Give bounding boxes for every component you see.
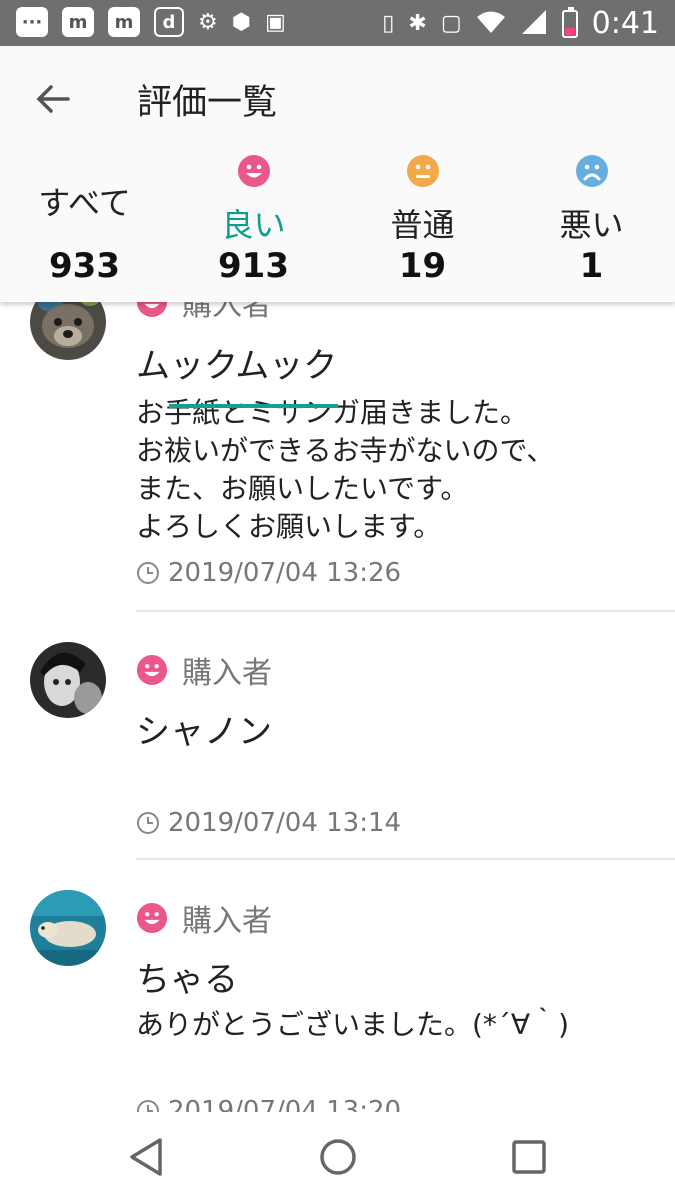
d-app-icon: d: [154, 7, 184, 37]
m-app-icon: m: [108, 7, 140, 37]
tab-label: すべて: [38, 184, 131, 222]
clock-icon: [137, 562, 159, 584]
avatar[interactable]: [30, 642, 106, 718]
review-list[interactable]: 購入者 ムックムック お手紙とミサンガ届きました。 お祓いができるお寺がないので…: [0, 302, 675, 1112]
reviewer-role-row: 購入者: [136, 896, 272, 940]
tab-count: 913: [218, 246, 289, 286]
back-triangle-icon: [130, 1138, 162, 1176]
sad-face-icon: [575, 155, 608, 187]
battery-level: [564, 27, 575, 35]
tab-bad[interactable]: 悪い 1: [507, 154, 675, 302]
smile-face-icon: [237, 155, 270, 187]
tab-label: 悪い: [559, 206, 624, 244]
tab-count: 1: [579, 246, 604, 286]
notification-icons: ··· m m d ⚙ ⬢ ▣: [16, 7, 286, 37]
smile-face-icon: [136, 302, 168, 318]
active-tab-indicator: [169, 404, 338, 408]
review-date-row: 2019/07/04 13:14: [136, 808, 401, 838]
page-title: 評価一覧: [137, 83, 278, 123]
tab-normal[interactable]: 普通 19: [338, 154, 507, 302]
signal-icon: [520, 8, 548, 40]
rating-tabs: すべて 933 良い 913 普通 19 悪い 1: [0, 154, 675, 408]
divider: [136, 858, 675, 860]
reviewer-role-row: 購入者: [136, 648, 272, 692]
app-header: 評価一覧 すべて 933 良い 913 普通 19 悪い 1: [0, 46, 675, 408]
nav-recents-button[interactable]: [504, 1132, 554, 1182]
nfc-icon: ▢: [440, 11, 462, 36]
clock-icon: [137, 812, 159, 834]
home-circle-icon: [320, 1139, 356, 1175]
tab-count: 19: [398, 246, 447, 286]
reviewer-name: ちゃる: [136, 960, 238, 1000]
review-date-row: 2019/07/04 13:20: [136, 1096, 401, 1112]
review-date: 2019/07/04 13:26: [168, 558, 402, 588]
system-icons: ▯ ✱ ▢ 0:41: [382, 6, 659, 41]
back-button[interactable]: [30, 76, 76, 122]
avatar[interactable]: [30, 302, 106, 360]
reviewer-role-row: 購入者: [136, 302, 272, 324]
reviewer-name: シャノン: [136, 712, 272, 752]
reviewer-role: 購入者: [182, 656, 272, 691]
bluetooth-icon: ✱: [408, 11, 427, 36]
m-app-icon: m: [62, 7, 94, 37]
person-photo: [30, 642, 106, 718]
m-cube-icon: ⬢: [231, 9, 251, 35]
reviewer-role: 購入者: [182, 904, 272, 939]
divider: [136, 610, 675, 612]
tab-count: 933: [49, 246, 120, 286]
review-comment: ありがとうございました。(*´∀｀): [136, 1008, 570, 1041]
nav-back-button[interactable]: [121, 1132, 171, 1182]
neutral-face-icon: [406, 155, 439, 187]
nav-home-button[interactable]: [313, 1132, 363, 1182]
reviewer-name: ムックムック: [136, 346, 338, 386]
tab-label: 良い: [221, 206, 286, 244]
recents-square-icon: [512, 1140, 546, 1174]
status-bar: ··· m m d ⚙ ⬢ ▣ ▯ ✱ ▢ 0:41: [0, 0, 675, 46]
image-icon: ▣: [264, 9, 286, 35]
navigation-bar: [0, 1112, 675, 1200]
arrow-left-icon: [36, 85, 70, 113]
tab-good[interactable]: 良い 913: [169, 154, 338, 302]
review-date: 2019/07/04 13:20: [168, 1096, 402, 1112]
review-date-row: 2019/07/04 13:26: [136, 558, 401, 588]
clock: 0:41: [591, 6, 659, 41]
chat-icon: ···: [16, 7, 48, 37]
tab-label: 普通: [390, 206, 455, 244]
review-comment: お手紙とミサンガ届きました。 お祓いができるお寺がないので、 また、お願いしたい…: [136, 396, 555, 543]
dog-photo: [30, 302, 106, 360]
review-date: 2019/07/04 13:14: [168, 808, 402, 838]
reviewer-role: 購入者: [182, 302, 272, 323]
clock-icon: [137, 1100, 159, 1112]
polar-bear-photo: [30, 890, 106, 966]
smile-face-icon: [136, 654, 168, 686]
wifi-icon: [476, 9, 506, 39]
tab-all[interactable]: すべて 933: [0, 154, 169, 302]
cast-icon: ⚙: [198, 9, 218, 35]
smile-face-icon: [136, 902, 168, 934]
avatar[interactable]: [30, 890, 106, 966]
battery-icon: [561, 6, 578, 38]
vibrate-icon: ▯: [382, 11, 395, 36]
